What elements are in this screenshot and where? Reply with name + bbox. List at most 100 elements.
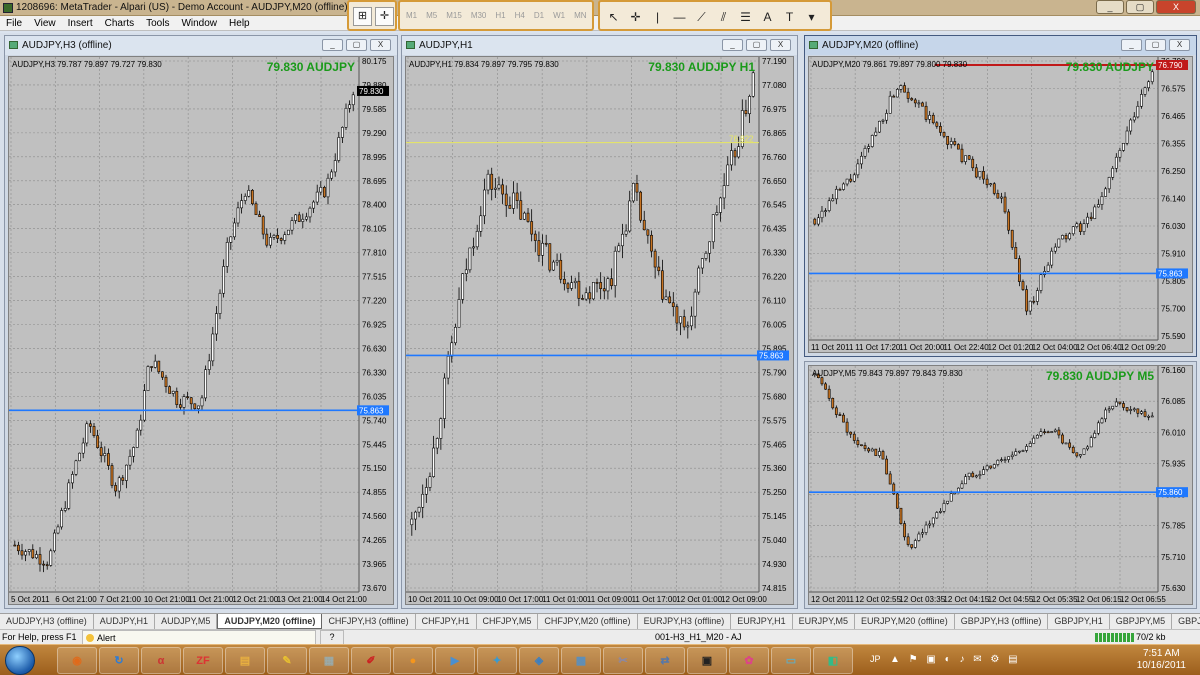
start-button[interactable] (5, 646, 35, 675)
help-button[interactable]: ? (320, 630, 344, 645)
chart-window-audjpy-m5[interactable]: 76.160 76.085 76.010 75.935 75.860 75.785 75.7… (804, 361, 1197, 609)
candle-body (931, 114, 935, 124)
price-tick-label: 75.040 (762, 536, 787, 545)
taskbar-alpari-icon[interactable]: α (141, 647, 181, 674)
crosshair-icon[interactable]: ✛ (628, 10, 643, 25)
candle-body (892, 95, 896, 98)
menu-help[interactable]: Help (223, 16, 256, 30)
arrows-icon[interactable]: ▾ (804, 10, 819, 25)
period-m15-button[interactable]: M15 (446, 11, 462, 20)
chart-window-audjpy-h1[interactable]: AUDJPY,H1 _ ▢ X 77.190 77.080 76.975 76.865… (401, 35, 798, 609)
restore-button[interactable]: ▢ (1145, 39, 1166, 51)
restore-button[interactable]: ▢ (346, 39, 367, 51)
menu-charts[interactable]: Charts (99, 16, 140, 30)
chart-tab[interactable]: CHFJPY,M5 (477, 614, 539, 629)
chart-tab[interactable]: EURJPY,H1 (731, 614, 793, 629)
chart-window-audjpy-m20[interactable]: AUDJPY,M20 (offline) _ ▢ X 76.79076.5757… (804, 35, 1197, 357)
chart-tab[interactable]: EURJPY,H3 (offline) (638, 614, 732, 629)
period-w1-button[interactable]: W1 (553, 11, 565, 20)
chart-tab[interactable]: EURJPY,M20 (offline) (855, 614, 955, 629)
menu-insert[interactable]: Insert (62, 16, 99, 30)
period-m30-button[interactable]: M30 (471, 11, 487, 20)
chart-tab[interactable]: AUDJPY,H1 (94, 614, 156, 629)
menu-view[interactable]: View (28, 16, 62, 30)
close-button[interactable]: X (370, 39, 391, 51)
period-m1-button[interactable]: M1 (406, 11, 417, 20)
candle-body (610, 278, 613, 286)
taskbar-calculator-icon[interactable]: ▦ (309, 647, 349, 674)
taskbar-scissors-icon[interactable]: ✂ (603, 647, 643, 674)
taskbar-folder-icon[interactable]: ▤ (225, 647, 265, 674)
language-indicator[interactable]: JP (870, 654, 881, 664)
vertical-line-icon[interactable]: | (650, 10, 665, 25)
candlestick-chart[interactable]: 80.17579.88079.58579.29078.99578.69578.4… (9, 57, 393, 604)
crosshair-icon[interactable]: ✛ (375, 7, 394, 26)
candle-body (985, 465, 989, 470)
chart-tab[interactable]: GBPJPY,M5 (1110, 614, 1173, 629)
candle-body (344, 107, 348, 128)
minimize-button[interactable]: _ (322, 39, 343, 51)
alert-panel[interactable]: Alert (82, 630, 316, 645)
chart-tab[interactable]: AUDJPY,M20 (offline) (217, 614, 323, 629)
taskbar-paint-icon[interactable]: ✿ (729, 647, 769, 674)
close-button[interactable]: X (770, 39, 791, 51)
chart-tab[interactable]: GBPJPY,M20 (offline) (1172, 614, 1200, 629)
taskbar-pen-icon[interactable]: ✐ (351, 647, 391, 674)
close-button[interactable]: X (1156, 0, 1196, 14)
tray-icons[interactable]: ▲ ⚑ ▣ ◐ ♪ ✉ ⚙ ▤ (890, 654, 1021, 665)
chart-area[interactable]: 76.160 76.085 76.010 75.935 75.860 75.785 75.7… (808, 365, 1193, 605)
taskbar-window-icon[interactable]: ◧ (813, 647, 853, 674)
chart-tab[interactable]: CHFJPY,M20 (offline) (538, 614, 638, 629)
candle-body (308, 207, 312, 218)
taskbar-media-icon[interactable]: ▶ (435, 647, 475, 674)
menu-tools[interactable]: Tools (140, 16, 175, 30)
text-icon[interactable]: A (760, 10, 775, 25)
minimize-button[interactable]: _ (722, 39, 743, 51)
taskbar-map-icon[interactable]: ◈ (519, 647, 559, 674)
restore-button[interactable]: ▢ (746, 39, 767, 51)
chart-area[interactable]: 77.190 77.080 76.975 76.865 76.760 76.650 76.5… (405, 56, 794, 605)
period-h4-button[interactable]: H4 (515, 11, 525, 20)
trendline-icon[interactable]: ⟋ (694, 10, 709, 25)
chart-tab[interactable]: AUDJPY,H3 (offline) (0, 614, 94, 629)
chart-window-audjpy-h3[interactable]: AUDJPY,H3 (offline) _ ▢ X 80.175 79.880 79… (4, 35, 398, 609)
horizontal-line-icon[interactable]: — (672, 10, 687, 25)
period-mn-button[interactable]: MN (574, 11, 586, 20)
chart-tab[interactable]: CHFJPY,H3 (offline) (322, 614, 416, 629)
chart-area[interactable]: 80.175 79.880 79.585 79.290 78.995 78.695 78.4… (8, 56, 394, 605)
taskbar-zf-icon[interactable]: ZF (183, 647, 223, 674)
taskbar-transfer-icon[interactable]: ⇄ (645, 647, 685, 674)
minimize-button[interactable]: _ (1121, 39, 1142, 51)
chart-area[interactable]: 76.790 76.575 76.465 76.355 76.250 76.140 76.0… (808, 56, 1193, 353)
candlestick-chart[interactable]: 77.190 77.080 76.975 76.865 76.760 76.650 76.5… (406, 57, 793, 604)
taskbar-monitor-icon[interactable]: ▭ (771, 647, 811, 674)
taskbar-update-icon[interactable]: ↻ (99, 647, 139, 674)
period-m5-button[interactable]: M5 (426, 11, 437, 20)
taskbar-note-icon[interactable]: ✎ (267, 647, 307, 674)
candlestick-chart[interactable]: 76.790 76.575 76.465 76.355 76.250 76.140 76.0… (809, 57, 1192, 352)
chart-shift-icon[interactable]: ⊞ (353, 7, 372, 26)
fibonacci-icon[interactable]: ☰ (738, 10, 753, 25)
menu-window[interactable]: Window (175, 16, 223, 30)
period-h1-button[interactable]: H1 (495, 11, 505, 20)
maximize-button[interactable]: ▢ (1126, 0, 1154, 14)
chart-tab[interactable]: AUDJPY,M5 (155, 614, 218, 629)
period-d1-button[interactable]: D1 (534, 11, 544, 20)
taskbar-orange-icon[interactable]: ● (393, 647, 433, 674)
system-clock[interactable]: 7:51 AM 10/16/2011 (1137, 648, 1186, 672)
taskbar-terminal-icon[interactable]: ▣ (687, 647, 727, 674)
chart-tab[interactable]: GBPJPY,H3 (offline) (955, 614, 1049, 629)
taskbar-firefox-icon[interactable]: ◉ (57, 647, 97, 674)
cursor-icon[interactable]: ↖ (606, 10, 621, 25)
taskbar-network-icon[interactable]: ▩ (561, 647, 601, 674)
taskbar-globe-icon[interactable]: ✦ (477, 647, 517, 674)
chart-tab[interactable]: GBPJPY,H1 (1048, 614, 1110, 629)
label-icon[interactable]: T (782, 10, 797, 25)
candlestick-chart[interactable]: 76.160 76.085 76.010 75.935 75.860 75.785 75.7… (809, 366, 1192, 604)
chart-tab[interactable]: CHFJPY,H1 (416, 614, 477, 629)
close-button[interactable]: X (1169, 39, 1190, 51)
channel-icon[interactable]: ⫽ (716, 10, 731, 25)
menu-file[interactable]: File (0, 16, 28, 30)
minimize-button[interactable]: _ (1096, 0, 1124, 14)
chart-tab[interactable]: EURJPY,M5 (793, 614, 855, 629)
